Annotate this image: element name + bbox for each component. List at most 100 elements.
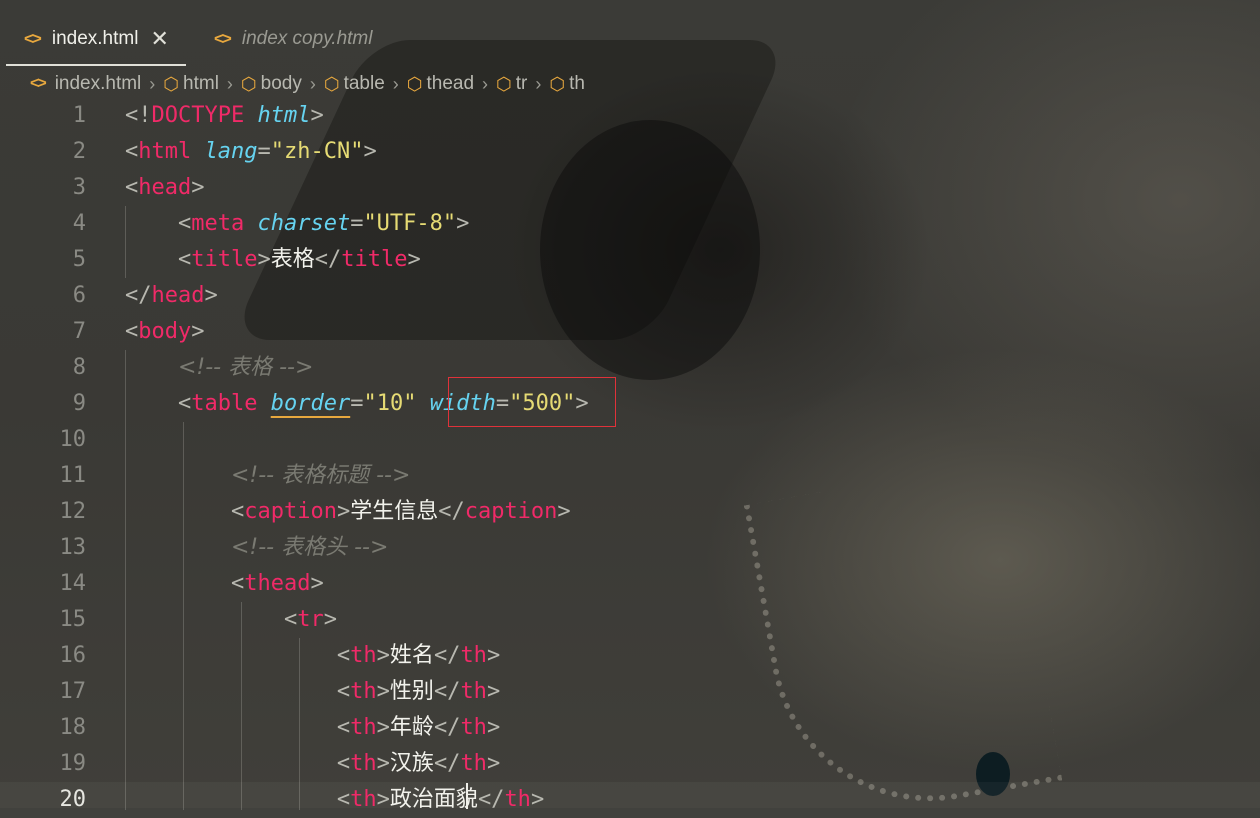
code-token: <! bbox=[125, 103, 152, 128]
tab-index-copy-html[interactable]: <> index copy.html bbox=[196, 14, 396, 64]
code-token: th bbox=[350, 643, 377, 668]
code-line[interactable]: 11 <!-- 表格标题 --> bbox=[0, 458, 1260, 494]
code-token: < bbox=[336, 643, 351, 668]
html-file-icon: <> bbox=[30, 75, 47, 92]
code-line[interactable]: 14 <thead> bbox=[0, 566, 1260, 602]
breadcrumb-label: th bbox=[569, 73, 585, 94]
line-number: 3 bbox=[72, 175, 86, 200]
text-caret bbox=[466, 783, 468, 809]
code-line[interactable]: 19 <th>汉族</th> bbox=[0, 746, 1260, 782]
code-token: <!-- 表格标题 --> bbox=[230, 463, 411, 488]
tab-index-html[interactable]: <> index.html ✕ bbox=[6, 14, 186, 66]
code-token: th bbox=[350, 715, 377, 740]
line-number: 19 bbox=[59, 751, 87, 776]
code-line[interactable]: 20 <th>政治面貌</th> bbox=[0, 782, 1260, 818]
code-token: meta bbox=[191, 211, 245, 236]
code-line[interactable]: 3 <head> bbox=[0, 170, 1260, 206]
line-number: 17 bbox=[59, 679, 87, 704]
code-token: < bbox=[177, 211, 192, 236]
chevron-right-icon: › bbox=[226, 73, 233, 94]
code-token: > bbox=[310, 103, 324, 128]
breadcrumb-item-body[interactable]: ⬡ body bbox=[241, 73, 302, 95]
code-text: <body> bbox=[125, 314, 204, 350]
code-line[interactable]: 4 <meta charset="UTF-8"> bbox=[0, 206, 1260, 242]
code-token: </ bbox=[314, 247, 342, 272]
chevron-right-icon: › bbox=[149, 73, 156, 94]
code-token: th bbox=[350, 679, 377, 704]
code-line[interactable]: 17 <th>性别</th> bbox=[0, 674, 1260, 710]
code-text: <th>性别</th> bbox=[125, 674, 500, 710]
code-token: > bbox=[257, 247, 271, 272]
code-token: < bbox=[125, 139, 139, 164]
code-token: = bbox=[350, 391, 364, 416]
breadcrumb-item-th[interactable]: ⬡ th bbox=[549, 73, 585, 95]
code-token: <!-- 表格头 --> bbox=[230, 535, 389, 560]
code-line[interactable]: 9 <table border="10" width="500"> bbox=[0, 386, 1260, 422]
code-line[interactable]: 15 <tr> bbox=[0, 602, 1260, 638]
code-token: > bbox=[407, 247, 421, 272]
code-line[interactable]: 6 </head> bbox=[0, 278, 1260, 314]
breadcrumb-item-table[interactable]: ⬡ table bbox=[324, 73, 385, 95]
code-line[interactable]: 2 <html lang="zh-CN"> bbox=[0, 134, 1260, 170]
code-token: > bbox=[376, 679, 390, 704]
code-token: > bbox=[486, 715, 501, 740]
code-line[interactable]: 7 <body> bbox=[0, 314, 1260, 350]
code-token: thead bbox=[244, 571, 311, 596]
code-text: </head> bbox=[125, 278, 218, 314]
editor-window: <> index.html ✕ <> index copy.html <> in… bbox=[0, 0, 1260, 818]
code-token: < bbox=[336, 751, 351, 776]
code-text: <title>表格</title> bbox=[125, 242, 421, 278]
code-token: </ bbox=[438, 499, 465, 524]
line-number: 20 bbox=[59, 787, 87, 812]
breadcrumb-item-thead[interactable]: ⬡ thead bbox=[407, 73, 474, 95]
code-token: </ bbox=[125, 283, 152, 308]
code-token: border bbox=[270, 391, 351, 416]
code-line[interactable]: 8 <!-- 表格 --> bbox=[0, 350, 1260, 386]
element-cube-icon: ⬡ bbox=[496, 73, 512, 94]
line-number: 9 bbox=[72, 391, 86, 416]
code-token: th bbox=[460, 751, 487, 776]
code-token: > bbox=[191, 319, 205, 344]
code-token: < bbox=[336, 715, 351, 740]
element-cube-icon: ⬡ bbox=[323, 73, 340, 94]
code-line[interactable]: 18 <th>年龄</th> bbox=[0, 710, 1260, 746]
code-token: body bbox=[138, 319, 192, 344]
code-token: < bbox=[177, 247, 192, 272]
code-line[interactable]: 5 <title>表格</title> bbox=[0, 242, 1260, 278]
code-line[interactable]: 1 <!DOCTYPE html> bbox=[0, 98, 1260, 134]
code-line[interactable]: 12 <caption>学生信息</caption> bbox=[0, 494, 1260, 530]
code-token: > bbox=[486, 643, 501, 668]
line-number: 6 bbox=[72, 283, 86, 308]
code-token: < bbox=[283, 607, 298, 632]
code-token: > bbox=[376, 643, 390, 668]
line-number: 12 bbox=[59, 499, 87, 524]
code-token: > bbox=[310, 571, 324, 596]
code-token: html bbox=[138, 139, 192, 164]
code-text: <!-- 表格标题 --> bbox=[125, 458, 410, 494]
breadcrumb-item-tr[interactable]: ⬡ tr bbox=[496, 73, 527, 95]
code-token: title bbox=[341, 247, 408, 272]
chevron-right-icon: › bbox=[309, 73, 316, 94]
breadcrumb-item-file[interactable]: <> index.html bbox=[30, 73, 141, 95]
code-editor[interactable]: 1 <!DOCTYPE html> 2 <html lang="zh-CN"> 3 <he… bbox=[0, 98, 1260, 818]
element-cube-icon: ⬡ bbox=[549, 73, 566, 94]
breadcrumb-item-html[interactable]: ⬡ html bbox=[163, 73, 219, 95]
code-line[interactable]: 13 <!-- 表格头 --> bbox=[0, 530, 1260, 566]
code-token: lang bbox=[204, 139, 258, 164]
code-token: > bbox=[323, 607, 337, 632]
html-file-icon: <> bbox=[24, 29, 42, 48]
code-token: < bbox=[177, 391, 192, 416]
code-token: < bbox=[125, 319, 139, 344]
code-line[interactable]: 16 <th>姓名</th> bbox=[0, 638, 1260, 674]
code-token: DOCTYPE bbox=[151, 103, 245, 128]
close-icon[interactable]: ✕ bbox=[150, 26, 168, 52]
chevron-right-icon: › bbox=[482, 73, 489, 94]
line-number: 13 bbox=[59, 535, 87, 560]
code-line[interactable]: 10 bbox=[0, 422, 1260, 458]
